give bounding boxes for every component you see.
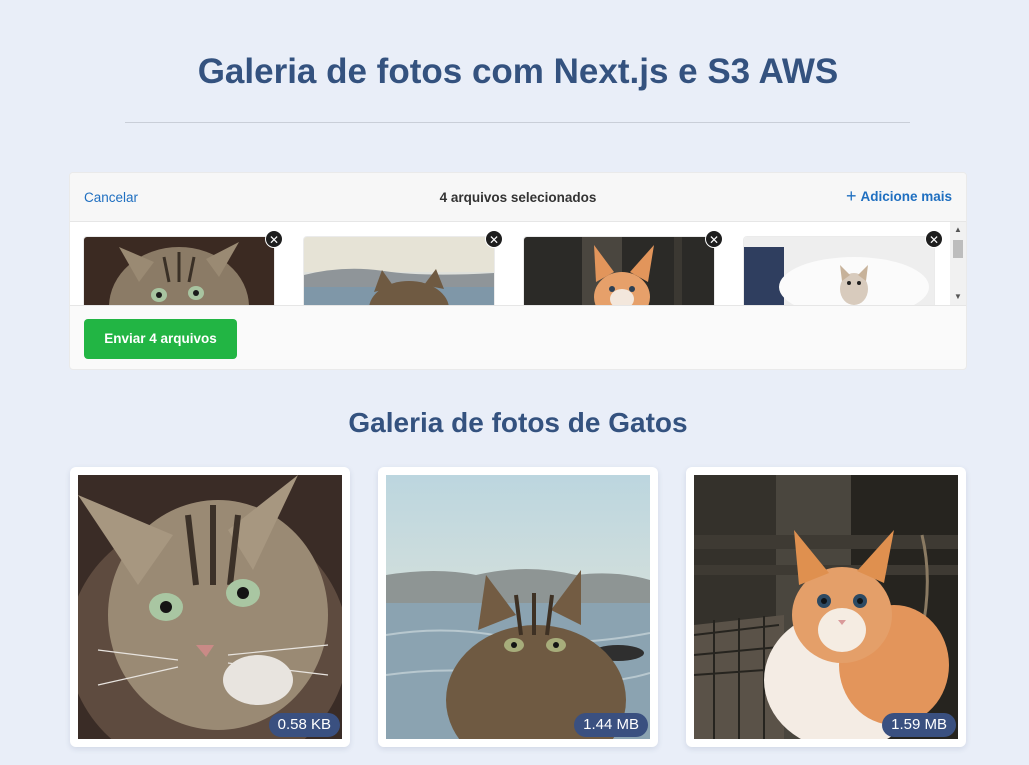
file-size-badge: 1.59 MB: [882, 713, 956, 737]
thumbnail-strip[interactable]: ✕ ✕ ✕ ✕ ▲ ▼: [70, 222, 966, 306]
remove-file-button[interactable]: ✕: [485, 230, 503, 248]
vertical-scrollbar[interactable]: ▲ ▼: [950, 222, 966, 305]
title-divider: [125, 122, 910, 123]
remove-file-button[interactable]: ✕: [925, 230, 943, 248]
gallery-photo: [694, 475, 958, 739]
remove-file-button[interactable]: ✕: [265, 230, 283, 248]
scroll-up-arrow-icon[interactable]: ▲: [954, 225, 962, 234]
file-thumbnail: [84, 237, 274, 305]
scroll-thumb[interactable]: [953, 240, 963, 258]
selected-files-count: 4 arquivos selecionados: [439, 190, 597, 205]
gallery-photo: [78, 475, 342, 739]
gallery-title: Galeria de fotos de Gatos: [348, 407, 688, 438]
add-more-button[interactable]: + Adicione mais: [845, 186, 952, 206]
add-more-label: Adicione mais: [860, 188, 952, 204]
file-thumbnail: [744, 237, 934, 305]
remove-file-button[interactable]: ✕: [705, 230, 723, 248]
file-thumbnail: [304, 237, 494, 305]
uploader-top-bar: Cancelar 4 arquivos selecionados + Adici…: [70, 173, 966, 222]
gallery-card[interactable]: 1.59 MB: [686, 467, 966, 747]
send-files-button[interactable]: Enviar 4 arquivos: [84, 319, 237, 359]
plus-icon: +: [845, 186, 857, 206]
file-size-badge: 1.44 MB: [574, 713, 648, 737]
page-title: Galeria de fotos com Next.js e S3 AWS: [197, 52, 839, 91]
uploader-dashboard: Cancelar 4 arquivos selecionados + Adici…: [69, 172, 967, 370]
gallery-photo: [386, 475, 650, 739]
file-size-badge: 0.58 KB: [268, 713, 340, 737]
file-thumbnail: [524, 237, 714, 305]
scroll-down-arrow-icon[interactable]: ▼: [954, 292, 962, 301]
gallery-card[interactable]: 1.44 MB: [378, 467, 658, 747]
gallery-card[interactable]: 0.58 KB: [70, 467, 350, 747]
